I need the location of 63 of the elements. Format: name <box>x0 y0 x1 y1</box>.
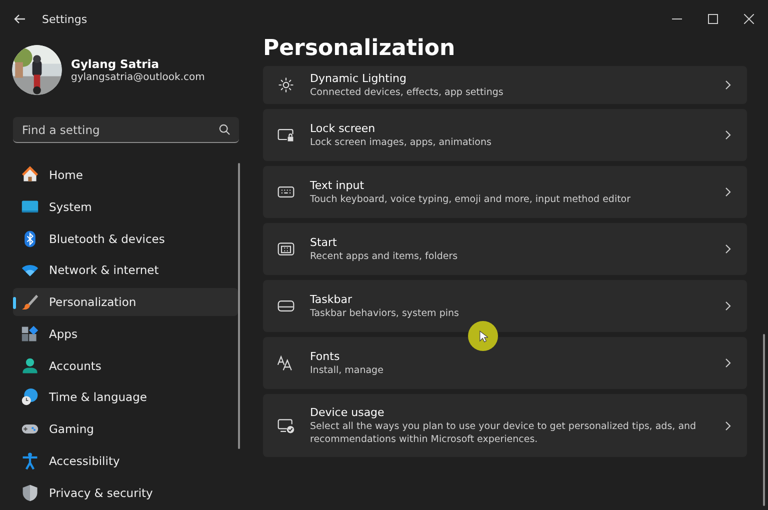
user-name: Gylang Satria <box>71 57 160 71</box>
card-title: Device usage <box>310 406 386 418</box>
settings-card[interactable]: Device usage Select all the ways you plan to use your device to get personalized tips, ads, and recommendations within Microsoft experiences. <box>263 394 747 457</box>
settings-card[interactable]: Dynamic Lighting Connected devices, effects, app settings <box>263 66 747 104</box>
chevron-right-icon <box>725 301 731 311</box>
chevron-right-icon <box>725 187 731 197</box>
maximize-icon[interactable] <box>708 14 718 24</box>
card-description: Lock screen images, apps, animations <box>310 136 492 148</box>
search-icon[interactable] <box>219 124 230 135</box>
card-title: Text input <box>310 178 366 192</box>
chevron-right-icon <box>725 244 731 254</box>
nav-item[interactable]: System <box>13 192 238 222</box>
back-icon[interactable] <box>14 14 26 24</box>
lock-screen-icon <box>277 126 295 144</box>
nav-item[interactable]: Network & internet <box>13 256 238 285</box>
accessibility-icon <box>21 452 39 470</box>
start-menu-icon <box>277 240 295 258</box>
nav-item[interactable]: Accounts <box>13 351 238 380</box>
brush-icon <box>21 293 39 312</box>
search-field[interactable]: Find a setting <box>13 117 239 143</box>
home-icon <box>21 166 39 184</box>
page-title: Personalization <box>263 36 456 63</box>
card-title: Lock screen <box>310 122 376 134</box>
card-description: Connected devices, effects, app settings <box>310 86 504 98</box>
fonts-icon <box>277 354 295 372</box>
nav-item[interactable]: Accessibility <box>13 446 238 475</box>
nav-item[interactable]: Gaming <box>13 414 238 444</box>
user-email: gylangsatria@outlook.com <box>71 72 205 83</box>
card-title: Taskbar <box>310 292 353 306</box>
device-check-icon <box>277 416 295 434</box>
settings-card[interactable]: Taskbar Taskbar behaviors, system pins <box>263 280 747 332</box>
person-icon <box>21 356 39 375</box>
shield-icon <box>21 484 39 502</box>
nav-item[interactable]: Apps <box>13 320 238 348</box>
apps-icon <box>21 324 39 343</box>
chevron-right-icon <box>725 358 731 368</box>
card-description: Recent apps and items, folders <box>310 250 459 262</box>
close-icon[interactable] <box>744 14 754 24</box>
cursor-icon <box>478 330 488 342</box>
chevron-right-icon <box>725 80 731 90</box>
nav-item[interactable]: Home <box>13 161 238 190</box>
card-title: Fonts <box>310 350 341 362</box>
scrollbar[interactable] <box>238 163 240 449</box>
settings-card[interactable]: Fonts Install, manage <box>263 337 747 389</box>
settings-card[interactable]: Text input Touch keyboard, voice typing, emoji and more, input method editor <box>263 166 747 218</box>
globe-clock-icon <box>21 388 39 406</box>
settings-card[interactable]: Start Recent apps and items, folders <box>263 223 747 275</box>
nav-item[interactable]: Privacy & security <box>13 478 238 507</box>
card-title: Start <box>310 236 338 248</box>
scrollbar[interactable] <box>763 334 765 506</box>
window-title: Settings <box>42 12 88 26</box>
card-description: Install, manage <box>310 364 384 376</box>
sun-icon <box>277 76 295 94</box>
nav-item[interactable]: Personalization <box>13 288 238 316</box>
nav-item[interactable]: Bluetooth & devices <box>13 224 238 253</box>
chevron-right-icon <box>725 420 731 430</box>
chevron-right-icon <box>725 130 731 140</box>
card-title: Dynamic Lighting <box>310 72 408 84</box>
card-description: Taskbar behaviors, system pins <box>310 306 460 320</box>
card-description: Touch keyboard, voice typing, emoji and more, input method editor <box>310 192 632 206</box>
card-description: Select all the ways you plan to use your device to get personalized tips, ads, and recommendations within Microsoft experiences. <box>310 420 698 446</box>
settings-card[interactable]: Lock screen Lock screen images, apps, animations <box>263 109 747 161</box>
nav-item[interactable]: Time & language <box>13 383 238 412</box>
